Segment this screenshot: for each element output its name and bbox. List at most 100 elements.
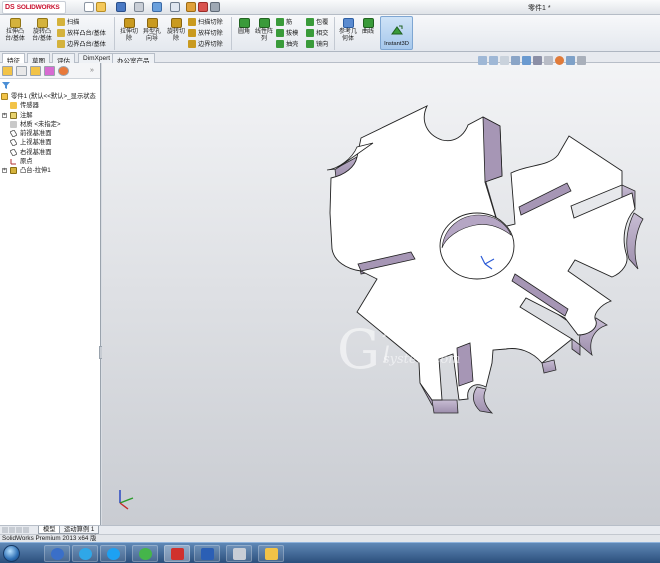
fillet-icon	[238, 18, 250, 28]
tab-dimxpert[interactable]: DimXpert	[78, 53, 116, 63]
expand-icon[interactable]: +	[2, 112, 7, 118]
display-manager-icon[interactable]	[58, 66, 69, 76]
browser-icon	[79, 548, 92, 560]
taskbar-app-solidworks[interactable]	[164, 545, 190, 562]
start-button[interactable]	[3, 545, 20, 562]
tree-item-annotations[interactable]: + 注解	[1, 111, 100, 120]
solidworks-logo[interactable]: DS SOLIDWORKS	[2, 1, 66, 14]
property-manager-icon[interactable]	[16, 66, 27, 76]
bottom-tab-bar: 模型 运动算例 1	[0, 525, 660, 534]
tree-item-front-plane[interactable]: 前视基准面	[1, 129, 100, 138]
configuration-manager-icon[interactable]	[30, 66, 41, 76]
taskbar-app-browser[interactable]	[72, 545, 98, 562]
taskbar-app-folder[interactable]	[258, 545, 284, 562]
ribbon-separator	[114, 17, 115, 50]
mirror-button[interactable]: 镜向	[306, 39, 328, 48]
save-icon[interactable]	[116, 2, 126, 12]
boundary-cut-button[interactable]: 边界切除	[188, 39, 223, 48]
sweep-button[interactable]: 扫描	[57, 17, 79, 26]
taskbar-app-word[interactable]	[194, 545, 220, 562]
graphics-viewport[interactable]: G X I system.com	[102, 56, 660, 525]
tree-root[interactable]: 零件1 (默认<<默认>_显示状态	[1, 92, 100, 101]
instant3d-button[interactable]: Instant3D	[380, 16, 413, 50]
tree-item-label: 右视基准面	[20, 148, 52, 156]
fillet-label: 圆角	[237, 29, 250, 35]
extrude-cut-button[interactable]: 拉伸切除	[117, 18, 141, 43]
undo-icon[interactable]	[152, 2, 162, 12]
swept-cut-button[interactable]: 扫描切除	[188, 17, 223, 26]
linear-pattern-button[interactable]: 线性阵列	[252, 18, 276, 43]
tree-item-origin[interactable]: 原点	[1, 157, 100, 166]
extrude-boss-button[interactable]: 拉伸凸台/基体	[3, 18, 27, 43]
swept-cut-icon	[188, 17, 196, 26]
taskbar-app-qq[interactable]	[100, 545, 126, 562]
taskbar-app-tool[interactable]	[226, 545, 252, 562]
tree-item-label: 传感器	[20, 102, 39, 110]
linear-pattern-label: 线性阵列	[254, 29, 273, 42]
logo-text: SOLIDWORKS	[16, 4, 60, 11]
rebuild-icon[interactable]	[186, 2, 196, 12]
draft-button[interactable]: 拔模	[276, 28, 298, 37]
next-tab-icon[interactable]	[16, 527, 22, 533]
dimxpert-manager-icon[interactable]	[44, 66, 55, 76]
tree-item-label: 凸台-拉伸1	[20, 167, 51, 175]
chevron-right-icon[interactable]: »	[90, 67, 97, 74]
taskbar-app-explorer[interactable]	[44, 545, 70, 562]
tree-item-boss-extrude[interactable]: + 凸台-拉伸1	[1, 166, 100, 175]
filter-icon[interactable]	[2, 82, 10, 89]
tree-item-material[interactable]: 材质 <未指定>	[1, 120, 100, 129]
rib-label: 筋	[286, 19, 293, 26]
file-properties-icon[interactable]	[198, 2, 208, 12]
new-file-icon[interactable]	[84, 2, 94, 12]
plane-icon	[10, 148, 17, 156]
tab-motion-study[interactable]: 运动算例 1	[59, 526, 100, 534]
tab-features[interactable]: 特征	[2, 53, 25, 65]
revolve-boss-button[interactable]: 旋转凸台/基体	[30, 18, 54, 43]
curves-button[interactable]: 曲线	[359, 18, 377, 36]
first-tab-icon[interactable]	[2, 527, 8, 533]
sweep-icon	[57, 17, 65, 26]
last-tab-icon[interactable]	[23, 527, 29, 533]
tree-item-label: 前视基准面	[20, 130, 52, 138]
draft-icon	[276, 28, 284, 37]
word-icon	[201, 548, 214, 560]
revolve-cut-button[interactable]: 旋转切除	[164, 18, 188, 43]
expand-icon[interactable]: +	[2, 168, 7, 174]
options-icon[interactable]	[210, 2, 220, 12]
intersect-button[interactable]: 相交	[306, 28, 328, 37]
tab-model[interactable]: 模型	[38, 526, 61, 534]
boundary-boss-label: 边界凸台/基体	[67, 41, 106, 48]
status-bar: SolidWorks Premium 2013 x64 版	[0, 534, 660, 542]
tab-office-products[interactable]: 办公室产品	[112, 53, 155, 65]
feature-tree: 零件1 (默认<<默认>_显示状态 传感器 + 注解 材质 <未指定> 前视基准…	[1, 92, 100, 176]
shell-button[interactable]: 抽壳	[276, 39, 298, 48]
extrude-cut-icon	[123, 18, 135, 28]
hole-wizard-icon	[146, 18, 158, 28]
lofted-cut-button[interactable]: 放样切除	[188, 28, 223, 37]
quick-access-toolbar	[84, 2, 220, 13]
print-icon[interactable]	[134, 2, 144, 12]
extrude-feature-icon	[10, 167, 17, 175]
linear-pattern-icon	[258, 18, 270, 28]
boundary-boss-button[interactable]: 边界凸台/基体	[57, 39, 106, 48]
tree-item-right-plane[interactable]: 右视基准面	[1, 148, 100, 157]
part-model[interactable]	[102, 63, 660, 525]
tree-item-sensors[interactable]: 传感器	[1, 101, 100, 110]
taskbar-app-green[interactable]	[132, 545, 158, 562]
rib-button[interactable]: 筋	[276, 17, 292, 26]
prev-tab-icon[interactable]	[9, 527, 15, 533]
select-icon[interactable]	[170, 2, 180, 12]
tab-evaluate[interactable]: 评估	[52, 53, 75, 65]
tab-sketch[interactable]: 草图	[27, 53, 50, 65]
reference-geometry-button[interactable]: 参考几何体	[336, 18, 360, 43]
feature-manager-icon[interactable]	[2, 66, 13, 76]
tree-item-top-plane[interactable]: 上视基准面	[1, 138, 100, 147]
material-icon	[10, 120, 17, 128]
hole-wizard-button[interactable]: 异型孔向导	[140, 18, 164, 43]
folder-icon	[265, 548, 278, 560]
title-bar: DS SOLIDWORKS 零件1 *	[0, 0, 660, 15]
loft-boss-button[interactable]: 放样凸台/基体	[57, 28, 106, 37]
wrap-button[interactable]: 包覆	[306, 17, 328, 26]
tree-item-label: 上视基准面	[20, 139, 52, 147]
open-file-icon[interactable]	[96, 2, 106, 12]
